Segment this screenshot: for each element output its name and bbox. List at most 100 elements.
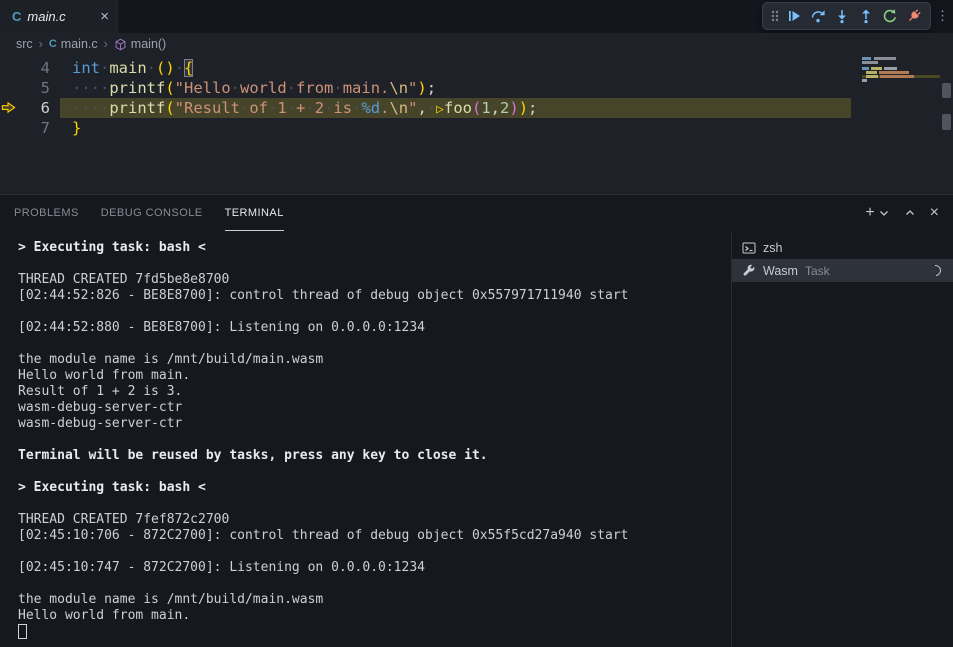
drag-handle[interactable] [767, 4, 782, 28]
line-number: 7 [26, 118, 50, 138]
terminal-line: wasm-debug-server-ctr [18, 400, 731, 416]
editor-scrollbar[interactable] [940, 55, 953, 194]
c-language-icon: C [12, 10, 21, 23]
terminal-line: Hello world from main. [18, 608, 731, 624]
maximize-panel-icon[interactable] [904, 207, 916, 219]
scrollbar-decoration [942, 83, 951, 98]
loading-spinner-icon [928, 263, 943, 278]
terminal-line: THREAD CREATED 7fef872c2700 [18, 512, 731, 528]
tab-main-c[interactable]: C main.c × [0, 0, 118, 33]
terminal-line: the module name is /mnt/build/main.wasm [18, 592, 731, 608]
terminal-line: wasm-debug-server-ctr [18, 416, 731, 432]
terminal-line: [02:44:52:880 - BE8E8700]: Listening on … [18, 320, 731, 336]
breakpoint-gutter[interactable] [0, 118, 26, 138]
terminal-line [18, 464, 731, 480]
breadcrumb-item[interactable]: src [16, 37, 33, 51]
minimap-line [862, 79, 940, 82]
vscode-window: C main.c × ⋮ src › Cmain.c › main() 4 int·mai… [0, 0, 953, 647]
terminal-line: Terminal will be reused by tasks, press … [18, 448, 731, 464]
panel-actions: + × [851, 195, 939, 231]
minimap-current-line [862, 75, 940, 78]
minimap-line [862, 67, 940, 70]
line-code: ····printf("Result·of·1·+·2·is·%d.\n",·▷… [60, 98, 851, 118]
restart-button[interactable] [878, 4, 902, 28]
breadcrumb-item[interactable]: Cmain.c [49, 37, 98, 51]
line-number: 4 [26, 58, 50, 78]
terminal-line: [02:45:10:747 - 872C2700]: Listening on … [18, 560, 731, 576]
terminal-line: > Executing task: bash < [18, 240, 731, 256]
breadcrumb-label: src [16, 37, 33, 51]
terminal-tab-label: zsh [763, 241, 782, 255]
line-code: ····printf("Hello·world·from·main.\n"); [60, 78, 851, 98]
more-actions-icon[interactable]: ⋮ [936, 9, 949, 22]
step-over-button[interactable] [806, 4, 830, 28]
step-into-button[interactable] [830, 4, 854, 28]
terminal-line [18, 256, 731, 272]
code-line-4[interactable]: 4 int·main·()·{ [0, 58, 953, 78]
terminal-line [18, 336, 731, 352]
symbol-method-icon [114, 38, 127, 51]
terminal-line [18, 544, 731, 560]
new-terminal-icon[interactable]: + [865, 205, 874, 221]
step-out-button[interactable] [854, 4, 878, 28]
breakpoint-gutter[interactable] [0, 98, 26, 118]
disconnect-button[interactable] [902, 4, 926, 28]
terminal-tab-description: Task [805, 264, 830, 278]
code-editor[interactable]: 4 int·main·()·{ 5 ····printf("Hello·world·f… [0, 55, 953, 194]
tab-label: main.c [27, 9, 94, 24]
terminal-line: THREAD CREATED 7fd5be8e8700 [18, 272, 731, 288]
debug-toolbar [762, 2, 931, 30]
breadcrumb: src › Cmain.c › main() [0, 33, 953, 55]
breadcrumb-separator-icon: › [39, 37, 43, 51]
line-number: 6 [26, 98, 50, 118]
terminal-tab-zsh[interactable]: zsh [732, 236, 953, 259]
terminal-tab-label: Wasm [763, 264, 798, 278]
line-code: int·main·()·{ [60, 58, 851, 78]
current-stack-frame-arrow-icon [1, 100, 16, 120]
terminal-output[interactable]: > Executing task: bash < THREAD CREATED … [0, 231, 731, 647]
terminal-line: > Executing task: bash < [18, 480, 731, 496]
breadcrumb-item[interactable]: main() [114, 37, 166, 51]
minimap-line [862, 61, 940, 64]
breadcrumb-separator-icon: › [104, 37, 108, 51]
terminal-line: [02:44:52:826 - BE8E8700]: control threa… [18, 288, 731, 304]
wrench-icon [742, 264, 756, 278]
terminal-cursor [18, 624, 27, 639]
chevron-down-icon[interactable] [878, 207, 890, 219]
terminal-icon [742, 241, 756, 255]
terminal-line: Hello world from main. [18, 368, 731, 384]
c-language-icon: C [49, 39, 57, 50]
terminal-tabs-list: zsh Wasm Task [731, 231, 953, 647]
breadcrumb-label: main() [131, 37, 166, 51]
panel-tab-problems[interactable]: PROBLEMS [14, 195, 79, 231]
close-icon[interactable]: × [100, 9, 109, 24]
terminal-line: the module name is /mnt/build/main.wasm [18, 352, 731, 368]
bottom-panel: PROBLEMS DEBUG CONSOLE TERMINAL + × > Exec… [0, 194, 953, 647]
terminal-line: [02:45:10:706 - 872C2700]: control threa… [18, 528, 731, 544]
terminal-line [18, 432, 731, 448]
line-code: } [60, 118, 851, 138]
continue-button[interactable] [782, 4, 806, 28]
terminal-cursor-line [18, 624, 731, 640]
terminal-tab-wasm[interactable]: Wasm Task [732, 259, 953, 282]
code-line-5[interactable]: 5 ····printf("Hello·world·from·main.\n"); [0, 78, 953, 98]
terminal-line [18, 496, 731, 512]
panel-header: PROBLEMS DEBUG CONSOLE TERMINAL + × [0, 195, 953, 231]
panel-tab-debug-console[interactable]: DEBUG CONSOLE [101, 195, 203, 231]
line-number: 5 [26, 78, 50, 98]
minimap[interactable] [862, 57, 940, 89]
terminal-area: > Executing task: bash < THREAD CREATED … [0, 231, 953, 647]
close-panel-icon[interactable]: × [930, 205, 939, 221]
code-line-7[interactable]: 7} [0, 118, 953, 138]
terminal-line [18, 576, 731, 592]
terminal-line: Result of 1 + 2 is 3. [18, 384, 731, 400]
panel-tabs: PROBLEMS DEBUG CONSOLE TERMINAL [14, 195, 284, 231]
terminal-line [18, 304, 731, 320]
editor-lines: 4 int·main·()·{ 5 ····printf("Hello·world·f… [0, 55, 953, 138]
panel-tab-terminal[interactable]: TERMINAL [225, 195, 284, 231]
minimap-line [862, 57, 940, 60]
breakpoint-gutter[interactable] [0, 58, 26, 78]
code-line-6[interactable]: 6 ····printf("Result·of·1·+·2·is·%d.\n",·… [0, 98, 953, 118]
editor-tab-bar: C main.c × ⋮ [0, 0, 953, 33]
breakpoint-gutter[interactable] [0, 78, 26, 98]
